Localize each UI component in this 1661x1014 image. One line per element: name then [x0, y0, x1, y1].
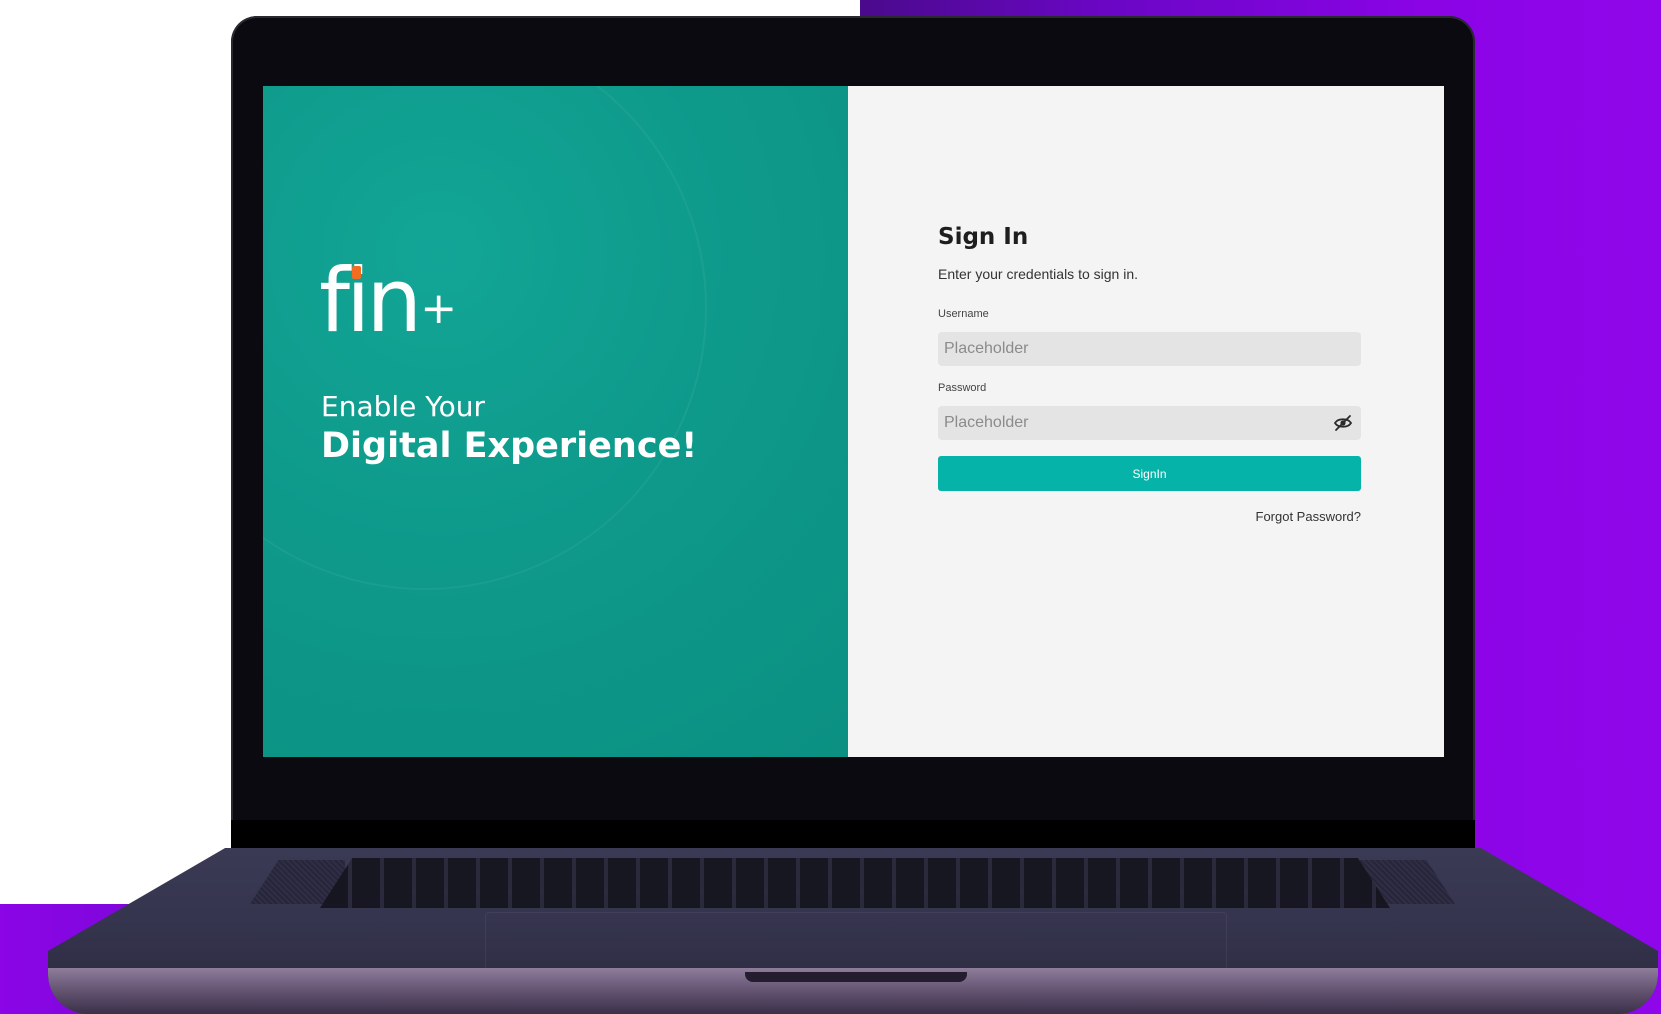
logo-wordmark: fin	[319, 249, 422, 352]
laptop-trackpad	[485, 912, 1227, 975]
signin-button[interactable]: SignIn	[938, 456, 1361, 491]
password-label: Password	[938, 382, 987, 394]
logo-plus: +	[420, 283, 458, 334]
signin-panel: Sign In Enter your credentials to sign i…	[848, 86, 1444, 757]
laptop-screen: fin + Enable Your Digital Experience! Si…	[263, 86, 1444, 757]
fin-plus-logo: fin +	[319, 256, 457, 346]
signin-subtitle: Enter your credentials to sign in.	[938, 266, 1138, 282]
tagline-line-1: Enable Your	[321, 390, 486, 423]
laptop-keyboard	[320, 858, 1390, 908]
brand-panel: fin + Enable Your Digital Experience!	[263, 86, 848, 757]
forgot-password-link[interactable]: Forgot Password?	[938, 509, 1362, 524]
signin-form: Sign In Enter your credentials to sign i…	[938, 224, 1361, 524]
logo-accent-mark	[352, 266, 361, 279]
username-input[interactable]	[938, 332, 1361, 366]
signin-title: Sign In	[938, 224, 1029, 250]
eye-off-icon[interactable]	[1333, 414, 1353, 432]
tagline-line-2: Digital Experience!	[321, 426, 698, 466]
username-field-wrap	[938, 332, 1361, 366]
password-field-wrap	[938, 406, 1361, 440]
password-input[interactable]	[938, 406, 1361, 440]
laptop-hinge	[231, 820, 1475, 850]
username-label: Username	[938, 308, 989, 320]
laptop-opening-notch	[745, 972, 967, 982]
